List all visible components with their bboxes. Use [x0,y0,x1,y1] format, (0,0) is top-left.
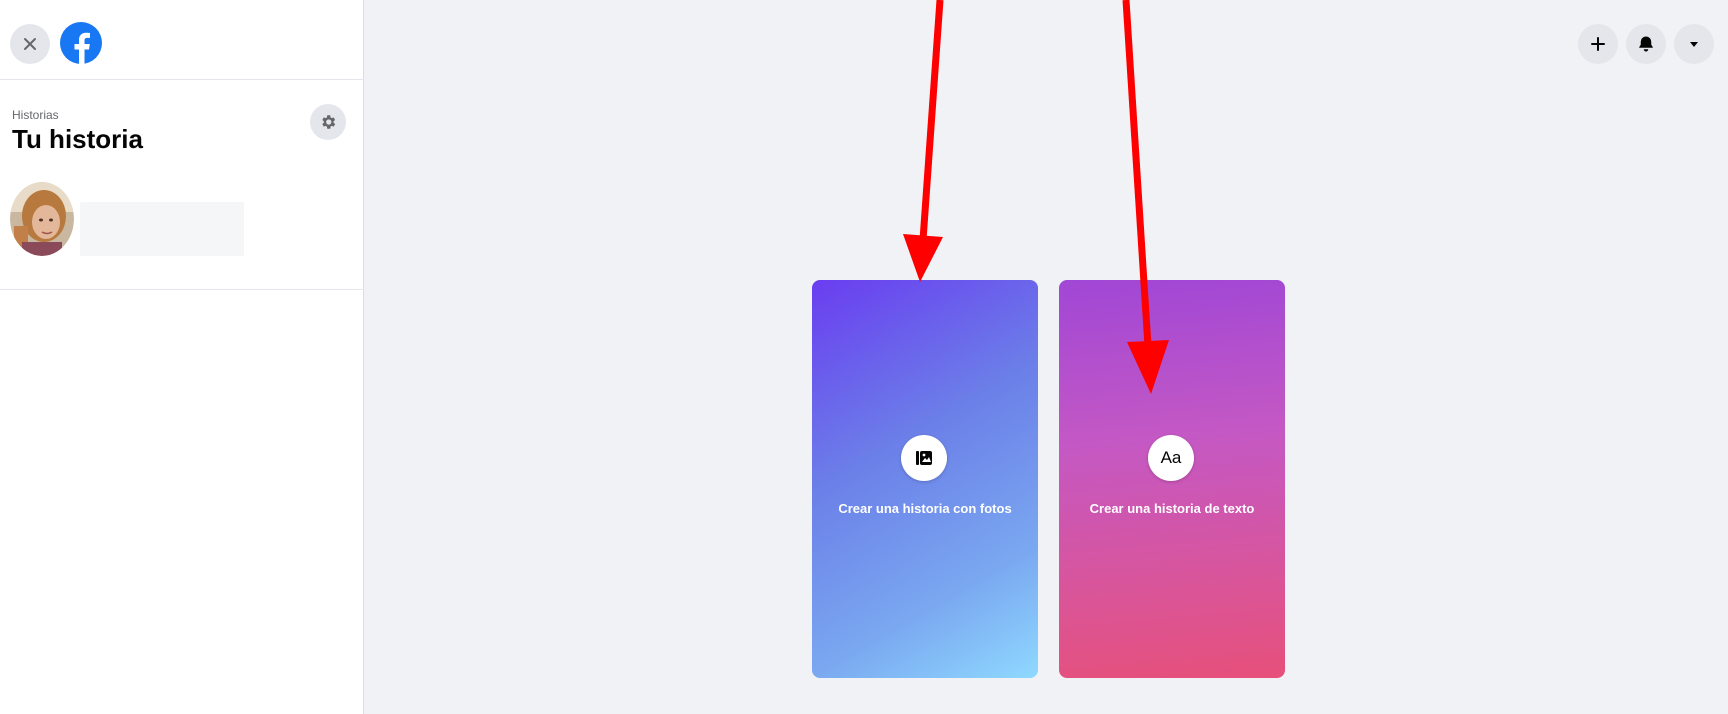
account-menu-button[interactable] [1674,24,1714,64]
text-story-label: Crear una historia de texto [1089,501,1255,516]
photo-story-card[interactable]: Crear una historia con fotos [812,280,1038,678]
annotation-arrow-photo [903,0,944,282]
user-photo [10,182,74,256]
settings-button[interactable] [310,104,346,140]
caret-down-icon [1690,42,1698,47]
photo-icon [916,451,932,465]
plus-icon [1591,37,1605,51]
close-icon [24,38,36,50]
photo-story-label: Crear una historia con fotos [838,501,1012,516]
text-icon-button: Aa [1148,435,1194,481]
section-title: Tu historia [12,124,143,154]
text-aa-icon: Aa [1160,448,1182,467]
create-button[interactable] [1578,24,1618,64]
story-creator-page: Historias Tu historia Crear una historia… [0,0,1728,714]
stories-sidebar: Historias Tu historia [0,0,364,714]
text-story-card[interactable]: Aa Crear una historia de texto [1059,280,1285,678]
your-story-section: Historias Tu historia [0,80,364,290]
facebook-logo-icon[interactable] [60,22,102,64]
avatar[interactable] [10,182,74,256]
notifications-button[interactable] [1626,24,1666,64]
sidebar-header [0,0,364,80]
gear-icon [322,115,336,129]
bell-icon [1639,36,1653,52]
close-button[interactable] [10,24,50,64]
section-caption: Historias [12,108,59,122]
name-placeholder [80,202,244,256]
photo-icon-button [901,435,947,481]
